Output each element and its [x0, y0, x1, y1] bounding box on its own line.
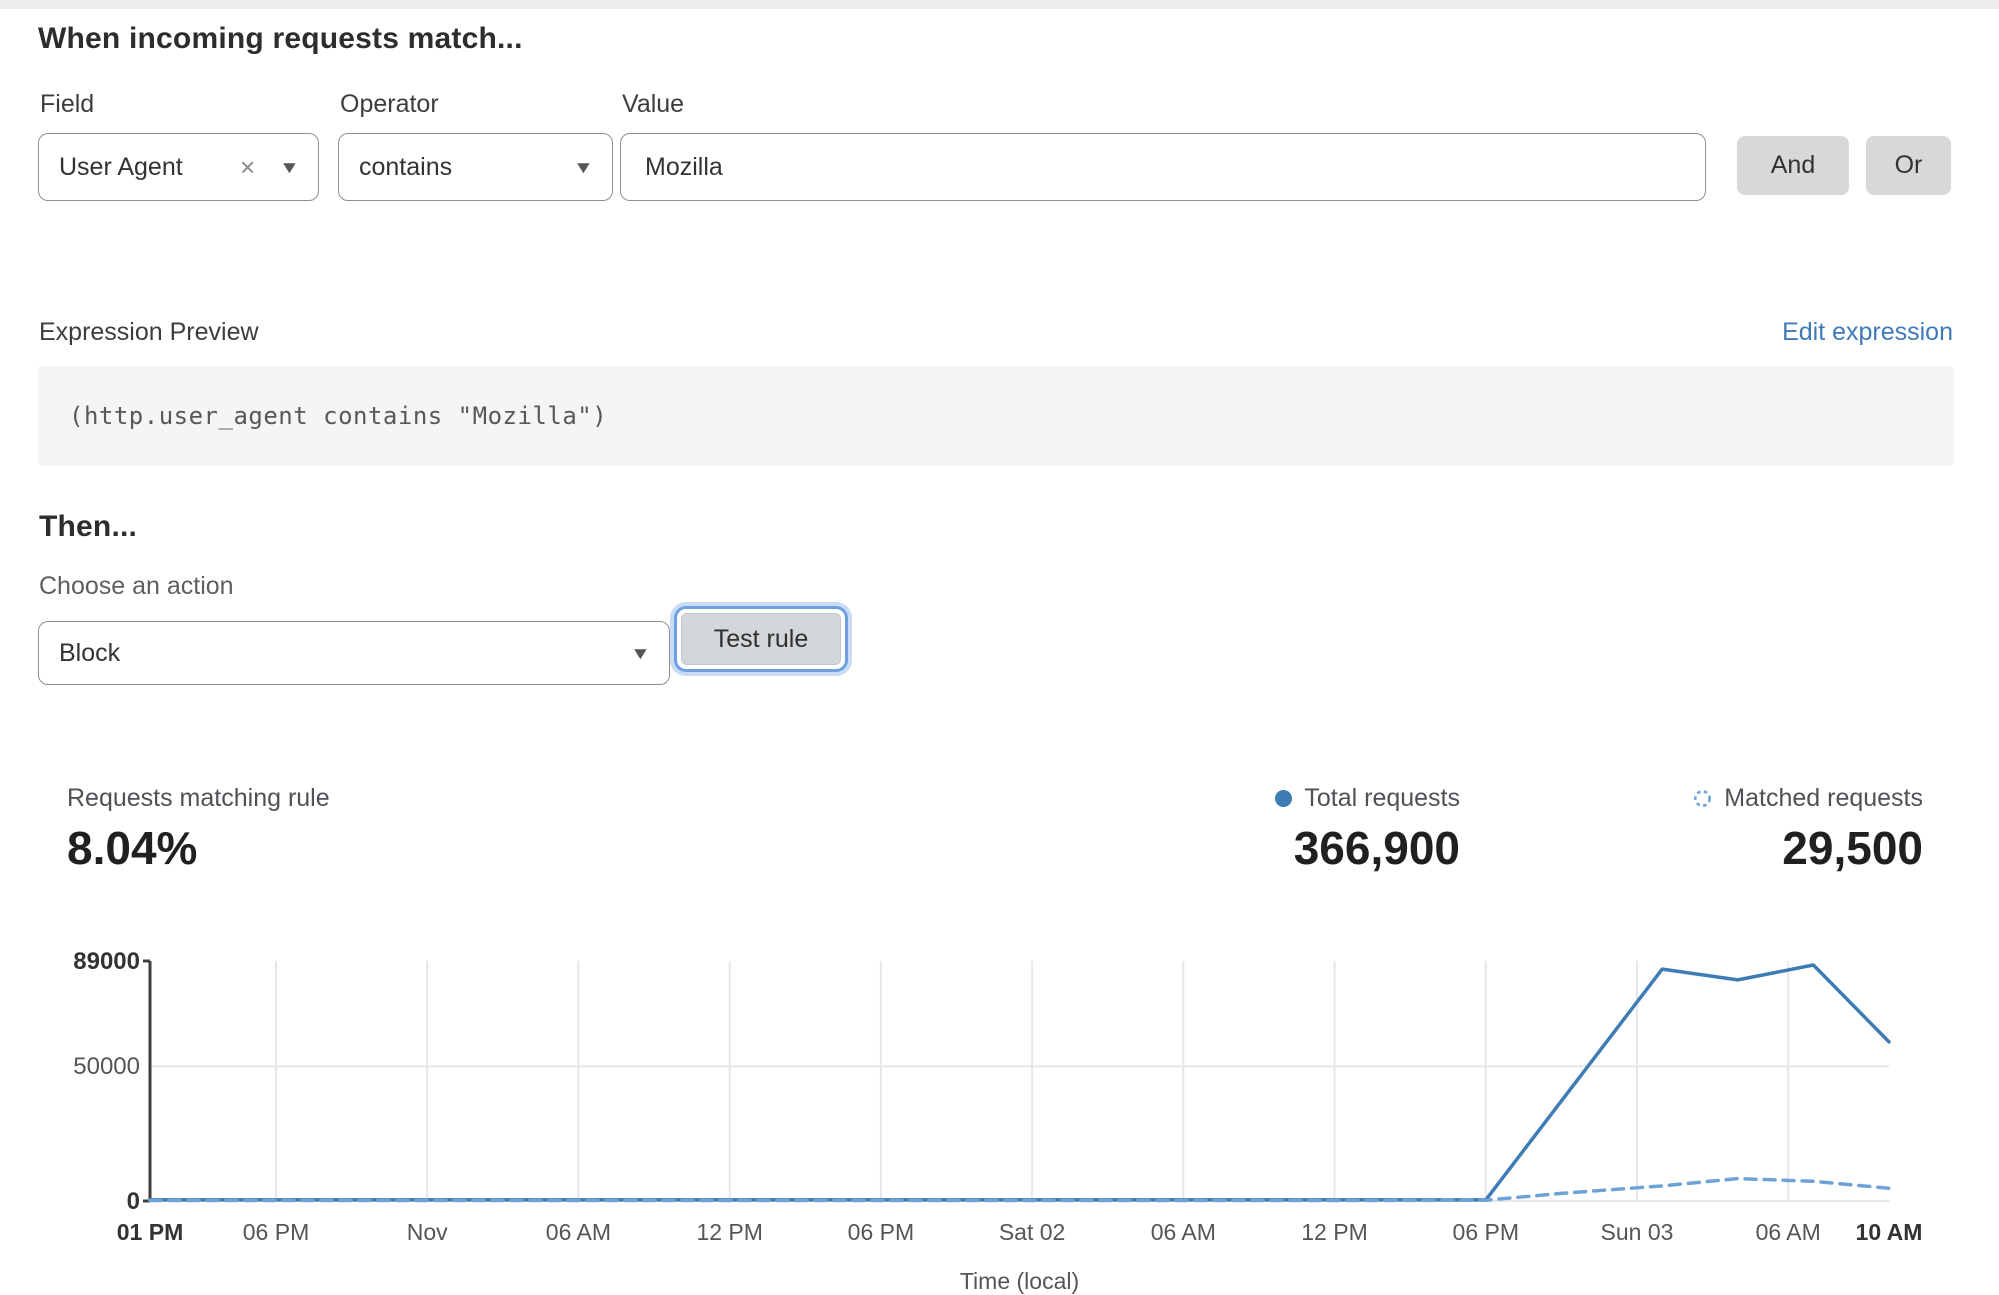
action-select[interactable]: Block ▼	[38, 621, 670, 685]
chevron-down-icon: ▼	[279, 159, 300, 176]
svg-text:Time (local): Time (local)	[960, 1268, 1079, 1294]
requests-matching-value: 8.04%	[67, 821, 330, 875]
svg-text:Nov: Nov	[407, 1219, 448, 1245]
total-requests-value: 366,900	[1275, 821, 1460, 875]
svg-text:12 PM: 12 PM	[696, 1219, 762, 1245]
value-label: Value	[622, 90, 684, 119]
svg-text:06 AM: 06 AM	[1756, 1219, 1821, 1245]
matched-requests-stat: Matched requests 29,500	[1693, 784, 1923, 875]
and-button[interactable]: And	[1737, 136, 1849, 195]
expression-code: (http.user_agent contains "Mozilla")	[38, 402, 607, 430]
svg-text:Sat 02: Sat 02	[999, 1219, 1066, 1245]
action-select-value: Block	[59, 639, 120, 668]
then-section-title: Then...	[39, 510, 137, 544]
chevron-down-icon: ▼	[630, 645, 651, 662]
value-input[interactable]: Mozilla	[620, 133, 1706, 201]
total-requests-label: Total requests	[1304, 784, 1460, 813]
or-button[interactable]: Or	[1866, 136, 1951, 195]
field-label: Field	[40, 90, 94, 119]
svg-text:0: 0	[127, 1188, 140, 1215]
matched-requests-value: 29,500	[1693, 821, 1923, 875]
requests-matching-stat: Requests matching rule 8.04%	[67, 784, 330, 875]
choose-action-label: Choose an action	[39, 572, 234, 601]
svg-text:06 PM: 06 PM	[243, 1219, 309, 1245]
svg-text:50000: 50000	[73, 1053, 140, 1080]
svg-text:06 PM: 06 PM	[848, 1219, 914, 1245]
matched-requests-label: Matched requests	[1724, 784, 1923, 813]
test-rule-button[interactable]: Test rule	[681, 613, 841, 665]
top-divider-band	[0, 0, 1999, 9]
svg-text:12 PM: 12 PM	[1301, 1219, 1367, 1245]
operator-select[interactable]: contains ▼	[338, 133, 613, 201]
clear-field-icon[interactable]: ×	[240, 154, 255, 180]
expression-preview-box: (http.user_agent contains "Mozilla")	[38, 366, 1954, 466]
total-requests-stat: Total requests 366,900	[1275, 784, 1460, 875]
operator-select-value: contains	[359, 153, 452, 182]
chevron-down-icon: ▼	[573, 159, 594, 176]
svg-text:89000: 89000	[73, 948, 140, 975]
field-select-value: User Agent	[59, 153, 183, 182]
total-requests-dot-icon	[1275, 790, 1292, 807]
test-rule-focus-ring: Test rule	[674, 606, 848, 672]
svg-text:Sun 03: Sun 03	[1601, 1219, 1674, 1245]
field-select[interactable]: User Agent × ▼	[38, 133, 319, 201]
edit-expression-link[interactable]: Edit expression	[1782, 318, 1953, 347]
value-input-text: Mozilla	[645, 153, 723, 182]
operator-label: Operator	[340, 90, 439, 119]
svg-text:01 PM: 01 PM	[117, 1219, 183, 1245]
svg-text:06 AM: 06 AM	[1151, 1219, 1216, 1245]
matched-requests-dashed-circle-icon	[1693, 789, 1712, 808]
svg-text:06 PM: 06 PM	[1453, 1219, 1519, 1245]
svg-text:10 AM: 10 AM	[1856, 1219, 1923, 1245]
requests-matching-label: Requests matching rule	[67, 784, 330, 813]
expression-preview-label: Expression Preview	[39, 318, 259, 347]
firewall-rule-builder-page: When incoming requests match... Field Op…	[0, 0, 1999, 1295]
svg-text:06 AM: 06 AM	[546, 1219, 611, 1245]
match-section-title: When incoming requests match...	[38, 22, 523, 56]
